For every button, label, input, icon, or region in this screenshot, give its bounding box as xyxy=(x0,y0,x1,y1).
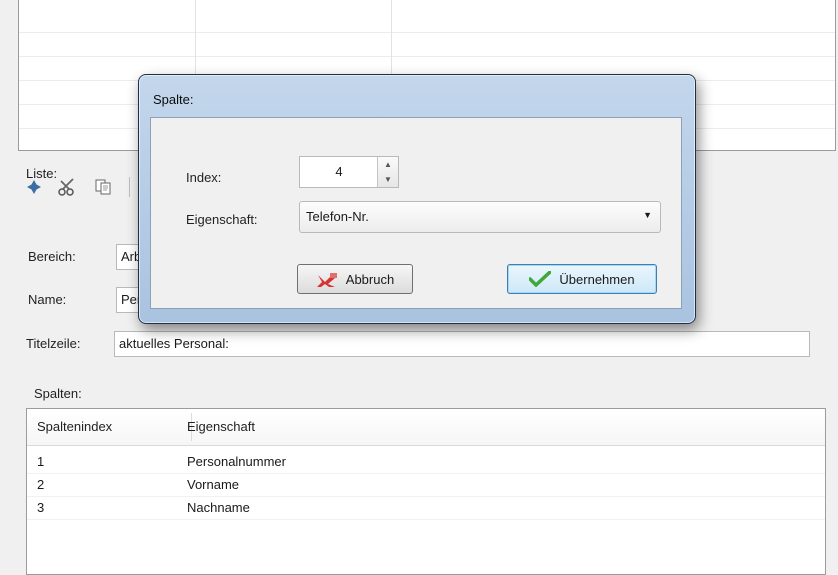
spalten-table[interactable]: Spaltenindex Eigenschaft 1 Personalnumme… xyxy=(26,408,826,575)
eigenschaft-label: Eigenschaft: xyxy=(186,212,258,227)
bereich-label: Bereich: xyxy=(28,249,76,264)
row-eigenschaft: Vorname xyxy=(187,477,240,492)
dialog-content: Index: 4 ▲ ▼ Eigenschaft: Telefon-Nr. ▼ … xyxy=(150,117,682,309)
name-label: Name: xyxy=(28,292,67,307)
add-icon[interactable] xyxy=(24,176,44,198)
table-row[interactable]: 2 Vorname xyxy=(27,473,825,497)
eigenschaft-select[interactable]: Telefon-Nr. ▼ xyxy=(299,201,661,233)
spin-down-icon[interactable]: ▼ xyxy=(378,172,398,187)
dropdown-arrow-icon[interactable]: ▼ xyxy=(643,210,652,220)
index-value: 4 xyxy=(335,164,343,179)
row-eigenschaft: Personalnummer xyxy=(187,454,286,469)
titelzeile-label: Titelzeile: xyxy=(26,336,81,351)
column-header-eigenschaft[interactable]: Eigenschaft xyxy=(187,419,255,434)
index-label: Index: xyxy=(186,170,222,185)
cancel-button[interactable]: Abbruch xyxy=(297,264,413,294)
spalte-dialog[interactable]: Spalte: Index: 4 ▲ ▼ Eigenschaft: Telefo… xyxy=(138,74,696,324)
row-index: 1 xyxy=(37,454,45,469)
cut-icon[interactable] xyxy=(56,176,80,198)
titelzeile-field[interactable]: aktuelles Personal: xyxy=(114,331,810,357)
index-spin-buttons[interactable]: ▲ ▼ xyxy=(377,157,398,187)
cancel-button-label: Abbruch xyxy=(345,271,395,287)
column-header-spaltenindex[interactable]: Spaltenindex xyxy=(37,419,112,434)
copy-icon[interactable] xyxy=(92,176,114,198)
ok-button[interactable]: Übernehmen xyxy=(507,264,657,294)
table-row[interactable]: 1 Personalnummer xyxy=(27,450,825,474)
toolbar-separator xyxy=(120,176,138,198)
table-header: Spaltenindex Eigenschaft xyxy=(27,409,825,446)
table-row[interactable]: 3 Nachname xyxy=(27,496,825,520)
row-eigenschaft: Nachname xyxy=(187,500,250,515)
checkmark-icon xyxy=(529,271,552,287)
dialog-title: Spalte: xyxy=(153,92,194,107)
ok-button-label: Übernehmen xyxy=(559,271,635,287)
eigenschaft-selected-value: Telefon-Nr. xyxy=(306,209,369,224)
row-index: 2 xyxy=(37,477,45,492)
row-index: 3 xyxy=(37,500,45,515)
cancel-icon xyxy=(316,273,337,287)
index-stepper[interactable]: 4 ▲ ▼ xyxy=(299,156,399,188)
spalten-label: Spalten: xyxy=(34,386,82,401)
spin-up-icon[interactable]: ▲ xyxy=(378,157,398,172)
